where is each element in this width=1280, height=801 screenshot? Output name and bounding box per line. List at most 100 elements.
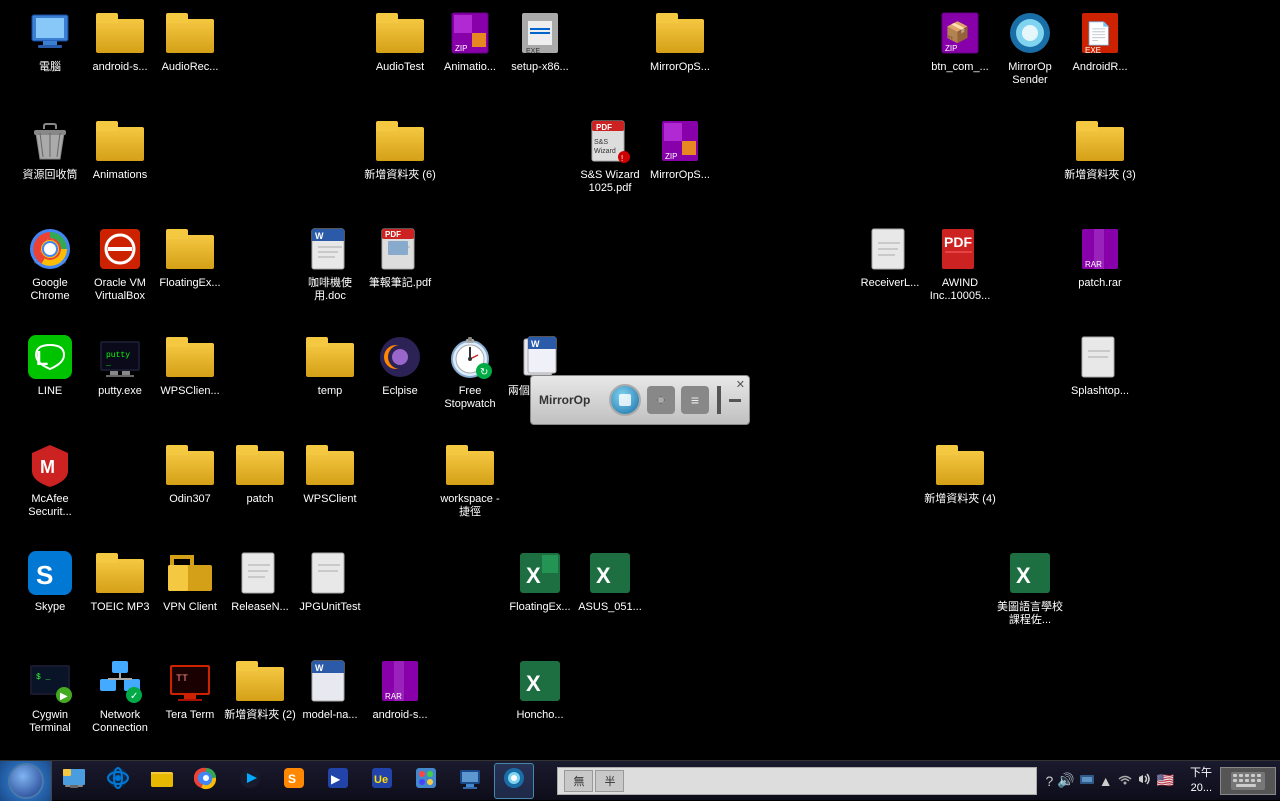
svg-text:M: M [40,457,55,477]
start-button[interactable] [0,761,52,801]
icon-eclipse[interactable]: Eclpise [360,329,440,402]
icon-android-s1[interactable]: android-s... [80,5,160,78]
icon-new-folder4[interactable]: 新增資料夾 (4) [920,437,1000,510]
floatingex2-label: FloatingEx... [509,601,570,614]
icon-oracle-vm[interactable]: Oracle VM VirtualBox [80,221,160,307]
taskbar-item-chrome[interactable] [186,763,226,799]
tray-question-icon[interactable]: ? [1045,773,1053,789]
tray-network2-icon[interactable] [1079,771,1095,790]
svg-text:ZIP: ZIP [455,44,467,53]
icon-vpn[interactable]: VPN Client [150,545,230,618]
taskbar-item-app1[interactable]: S [274,763,314,799]
icon-coffee-doc[interactable]: W 咖啡機使用.doc [290,221,370,307]
tray-flag-icon[interactable]: 🇺🇸 [1157,772,1174,789]
icon-animation[interactable]: ZIP Animatio... [430,5,510,78]
icon-floatingex[interactable]: FloatingEx... [150,221,230,294]
wpsclient-icon [166,333,214,381]
icon-recycle[interactable]: 資源回收筒 [10,113,90,186]
taskbar-item-network[interactable] [450,763,490,799]
tray-volume-icon[interactable]: 🔊 [1057,772,1074,789]
icon-audiotest[interactable]: AudioTest [360,5,440,78]
audiorec-icon [166,9,214,57]
icon-notes-pdf[interactable]: PDF 筆報筆記.pdf [360,221,440,294]
icon-computer[interactable]: 電腦 [10,5,90,78]
taskbar-item-ie[interactable] [98,763,138,799]
odin307-label: Odin307 [169,493,211,506]
icon-skype[interactable]: S Skype [10,545,90,618]
lang-item-wu[interactable]: 無 [564,770,593,792]
icon-patch-rar[interactable]: RAR patch.rar [1060,221,1140,294]
icon-honcho[interactable]: X Honcho... [500,653,580,726]
icon-new-folder3[interactable]: 新增資料夾 (3) [1060,113,1140,186]
icon-wpsclient[interactable]: WPSClien... [150,329,230,402]
icon-btn-com[interactable]: 📦 ZIP btn_com_... [920,5,1000,78]
mirrorop-popup-line [717,386,721,414]
androidr-label: AndroidR... [1072,61,1127,74]
mirrorop-popup[interactable]: ✕ MirrorOp ≡ [530,375,750,425]
icon-android-s2[interactable]: RAR android-s... [360,653,440,726]
icon-google-chrome[interactable]: Google Chrome [10,221,90,307]
stopwatch-icon: ↻ [446,333,494,381]
mirrorop-popup-dash[interactable] [729,399,741,402]
svg-text:X: X [1016,563,1031,588]
icon-receiverl[interactable]: ReceiverL... [850,221,930,294]
taskbar-item-ue[interactable]: Ue [362,763,402,799]
svg-text:X: X [526,563,541,588]
taskbar-item-media[interactable] [230,763,270,799]
mirrorop-popup-btn3[interactable]: ≡ [681,386,709,414]
mirrorop-popup-btn1[interactable] [609,384,641,416]
icon-setup-x86[interactable]: EXE setup-x86... [500,5,580,78]
mirrorop-sender-icon [1006,9,1054,57]
icon-mcafee[interactable]: M McAfee Securit... [10,437,90,523]
icon-toeic[interactable]: TOEIC MP3 [80,545,160,618]
icon-model-na[interactable]: W model-na... [290,653,370,726]
clock[interactable]: 下午 20... [1182,766,1220,795]
taskbar-item-app2[interactable]: ▶ [318,763,358,799]
icon-awind[interactable]: PDF AWIND Inc..10005... [920,221,1000,307]
icon-meitou[interactable]: X 美圖語言學校課程佐... [990,545,1070,631]
start-orb-icon [8,763,44,799]
icon-temp[interactable]: temp [290,329,370,402]
tray-wifi-icon[interactable] [1117,771,1133,790]
icon-workspace[interactable]: workspace - 捷徑 [430,437,510,523]
tray-arrow-icon[interactable]: ▲ [1099,773,1113,789]
icon-releasen[interactable]: ReleaseN... [220,545,300,618]
icon-odin307[interactable]: Odin307 [150,437,230,510]
svg-text:RAR: RAR [1085,260,1102,269]
icon-mirrorop-folder[interactable]: MirrorOpS... [640,5,720,78]
animations2-label: Animations [93,169,147,182]
animations2-icon [96,117,144,165]
icon-mirrorop-sender[interactable]: MirrorOp Sender [990,5,1070,91]
taskbar-item-folder[interactable] [142,763,182,799]
mirrorop-popup-close[interactable]: ✕ [736,378,745,391]
icon-new-folder6[interactable]: 新增資料夾 (6) [360,113,440,186]
taskbar-item-explorer[interactable] [54,763,94,799]
icon-animations2[interactable]: Animations [80,113,160,186]
icon-putty[interactable]: putty _ putty.exe [80,329,160,402]
icon-mirroops2[interactable]: ZIP MirrorOpS... [640,113,720,186]
taskbar-item-paint[interactable] [406,763,446,799]
icon-floatingex2[interactable]: X FloatingEx... [500,545,580,618]
icon-wpsclient2[interactable]: WPSClient [290,437,370,510]
keyboard-button[interactable] [1220,767,1276,795]
icon-ss-wizard[interactable]: PDF S&S Wizard ! S&S Wizard 1025.pdf [570,113,650,199]
icon-tera-term[interactable]: TT Tera Term [150,653,230,726]
icon-cygwin[interactable]: $ _ ▶ Cygwin Terminal [10,653,90,739]
lang-item-ban[interactable]: 半 [595,770,624,792]
icon-androidr[interactable]: 📄 EXE AndroidR... [1060,5,1140,78]
icon-jpgunit[interactable]: JPGUnitTest [290,545,370,618]
icon-network[interactable]: ✓ Network Connection [80,653,160,739]
icon-asus[interactable]: X ASUS_051... [570,545,650,618]
icon-line[interactable]: L LINE [10,329,90,402]
icon-free-stopwatch[interactable]: ↻ Free Stopwatch [430,329,510,415]
mirrorop-popup-btn2[interactable] [647,386,675,414]
meitou-icon: X [1006,549,1054,597]
icon-audiorec[interactable]: AudioRec... [150,5,230,78]
icon-new-folder2[interactable]: 新增資料夾 (2) [220,653,300,726]
taskbar-item-mirrorop[interactable] [494,763,534,799]
icon-patch[interactable]: patch [220,437,300,510]
icon-splashtop[interactable]: Splashtop... [1060,329,1140,402]
tray-speaker-icon[interactable] [1137,771,1153,790]
odin307-icon [166,441,214,489]
mirrorop-folder-icon [656,9,704,57]
